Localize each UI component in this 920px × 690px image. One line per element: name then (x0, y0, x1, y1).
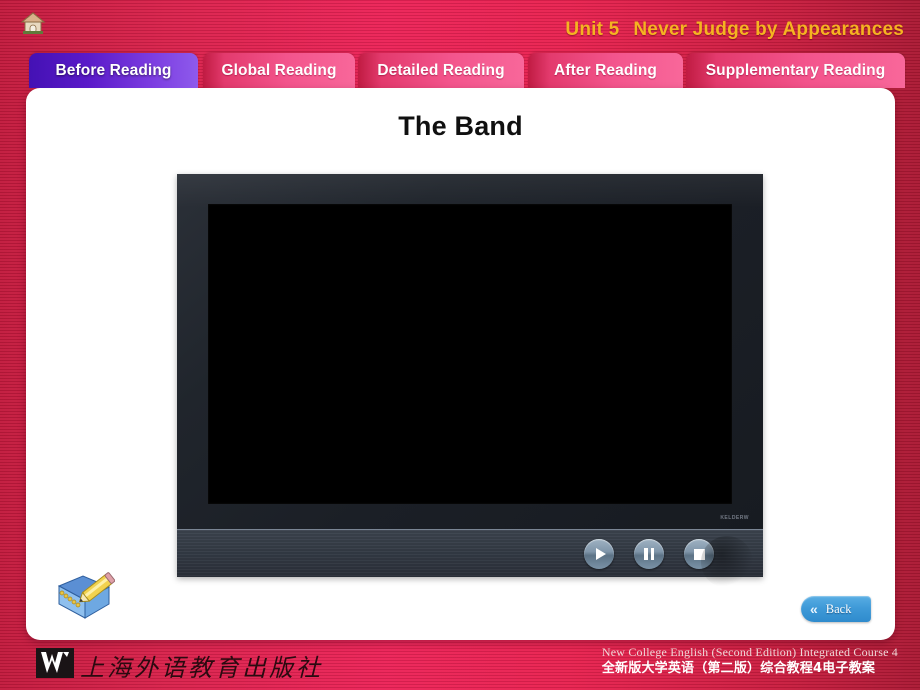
notepad-pencil-icon[interactable] (53, 570, 116, 624)
play-icon (595, 548, 606, 560)
tab-label: After Reading (554, 61, 657, 79)
tv-brand-label: KELDERW (720, 515, 749, 521)
tv-bezel: KELDERW (177, 174, 763, 529)
course-info: New College English (Second Edition) Int… (602, 645, 898, 677)
player-control-bar (177, 529, 763, 588)
publisher-logo-icon (34, 646, 76, 680)
unit-number: Unit 5 (565, 19, 620, 40)
course-title-en: New College English (Second Edition) Int… (601, 645, 898, 659)
tab-label: Detailed Reading (377, 61, 505, 79)
back-button-label: Back (825, 601, 852, 616)
tab-bar: Before Reading Global Reading Detailed R… (0, 53, 920, 89)
video-player[interactable]: KELDERW (177, 174, 763, 588)
course-title-cn: 全新版大学英语（第二版）综合教程4电子教案 (601, 661, 876, 676)
footer-bar: 上海外语教育出版社 New College English (Second Ed… (0, 640, 920, 690)
presentation-slide: Unit 5 Never Judge by Appearances Before … (0, 0, 920, 690)
video-screen[interactable] (208, 204, 732, 504)
back-button[interactable]: « Back (801, 596, 871, 622)
tab-supplementary-reading[interactable]: Supplementary Reading (686, 53, 905, 88)
play-button[interactable] (584, 539, 614, 569)
chevron-left-double-icon: « (810, 601, 818, 617)
content-panel: The Band KELDERW « Back (26, 88, 895, 640)
tab-label: Global Reading (221, 61, 337, 79)
stop-button[interactable] (684, 539, 714, 569)
header-bar: Unit 5 Never Judge by Appearances (0, 0, 920, 50)
stop-icon (693, 548, 705, 560)
pause-icon (644, 548, 654, 560)
page-title: Unit 5 Never Judge by Appearances (565, 19, 904, 41)
tab-global-reading[interactable]: Global Reading (203, 53, 355, 88)
tab-label: Before Reading (55, 61, 172, 79)
tab-detailed-reading[interactable]: Detailed Reading (358, 53, 524, 88)
tab-before-reading[interactable]: Before Reading (29, 53, 198, 88)
tab-after-reading[interactable]: After Reading (528, 53, 683, 88)
tab-label: Supplementary Reading (705, 61, 886, 79)
home-icon[interactable] (20, 11, 46, 35)
publisher-name: 上海外语教育出版社 (80, 654, 323, 682)
unit-name: Never Judge by Appearances (633, 19, 904, 40)
slide-title: The Band (398, 111, 523, 141)
pause-button[interactable] (634, 539, 664, 569)
